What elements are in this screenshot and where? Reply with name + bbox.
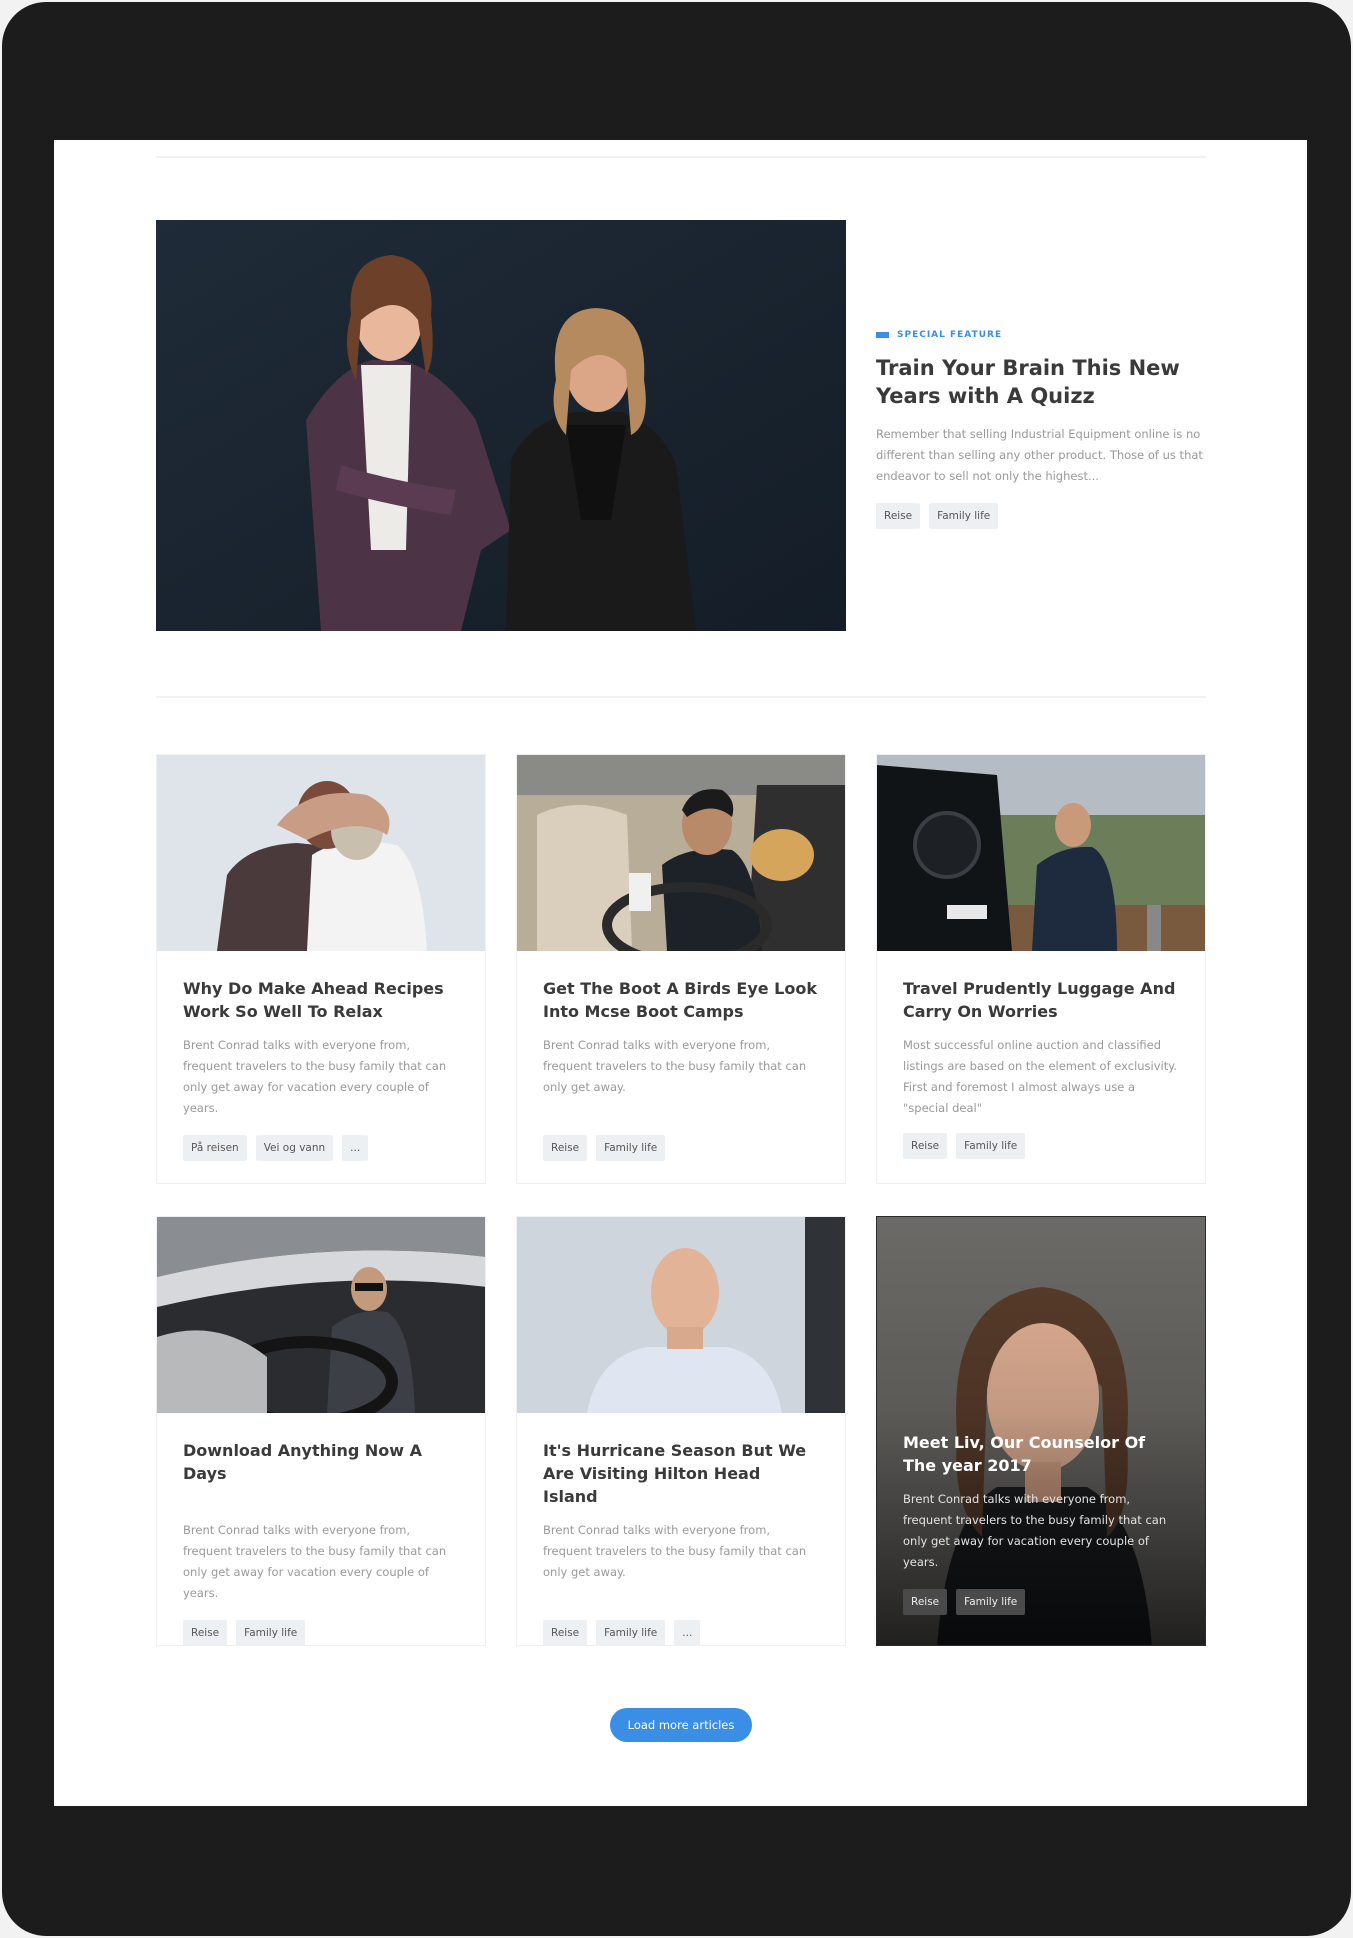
article-card[interactable]: Why Do Make Ahead Recipes Work So Well T… [156, 754, 486, 1184]
featured-description: Remember that selling Industrial Equipme… [876, 427, 1203, 483]
tag[interactable]: Family life [596, 1620, 666, 1645]
featured-title[interactable]: Train Your Brain This New Years with A Q… [876, 354, 1206, 410]
card-image[interactable] [157, 755, 485, 951]
card-title[interactable]: It's Hurricane Season But We Are Visitin… [543, 1439, 819, 1508]
card-tags: På reisen Vei og vann ... [183, 1135, 459, 1161]
card-title[interactable]: Get The Boot A Birds Eye Look Into Mcse … [543, 977, 819, 1023]
tag[interactable]: Reise [903, 1133, 948, 1159]
article-card[interactable]: Download Anything Now A Days Brent Conra… [156, 1216, 486, 1646]
load-more-button[interactable]: Load more articles [610, 1708, 752, 1742]
screen: SPECIAL FEATURE Train Your Brain This Ne… [54, 140, 1307, 1806]
featured-text: SPECIAL FEATURE Train Your Brain This Ne… [876, 330, 1206, 529]
card-description: Brent Conrad talks with everyone from, f… [183, 1523, 447, 1600]
card-overlay: Meet Liv, Our Counselor Of The year 2017… [877, 1431, 1205, 1645]
article-card[interactable]: Get The Boot A Birds Eye Look Into Mcse … [516, 754, 846, 1184]
tag[interactable]: Family life [596, 1135, 666, 1161]
card-tags: Reise Family life [903, 1589, 1179, 1615]
divider-top [156, 156, 1206, 158]
card-title[interactable]: Meet Liv, Our Counselor Of The year 2017 [903, 1431, 1179, 1477]
tag[interactable]: Reise [543, 1620, 588, 1645]
card-tags: Reise Family life [543, 1135, 819, 1161]
tag[interactable]: Family life [956, 1133, 1026, 1159]
card-title[interactable]: Download Anything Now A Days [183, 1439, 459, 1485]
card-tags: Reise Family life [903, 1133, 1179, 1159]
article-card[interactable]: It's Hurricane Season But We Are Visitin… [516, 1216, 846, 1646]
tag[interactable]: Reise [543, 1135, 588, 1161]
card-tags: Reise Family life [183, 1620, 459, 1645]
tag[interactable]: Family life [956, 1589, 1026, 1615]
card-title[interactable]: Why Do Make Ahead Recipes Work So Well T… [183, 977, 459, 1023]
card-description: Most successful online auction and class… [903, 1038, 1178, 1115]
card-description: Brent Conrad talks with everyone from, f… [543, 1038, 807, 1094]
article-card-featured-portrait[interactable]: Meet Liv, Our Counselor Of The year 2017… [876, 1216, 1206, 1646]
card-image[interactable] [517, 1217, 845, 1413]
tag-more[interactable]: ... [674, 1620, 701, 1645]
tag[interactable]: Reise [183, 1620, 228, 1645]
tag[interactable]: Family life [929, 503, 999, 529]
card-image[interactable] [157, 1217, 485, 1413]
feature-label-text: SPECIAL FEATURE [897, 330, 1003, 340]
card-description: Brent Conrad talks with everyone from, f… [543, 1523, 807, 1579]
tag[interactable]: Reise [903, 1589, 948, 1615]
card-title[interactable]: Travel Prudently Luggage And Carry On Wo… [903, 977, 1179, 1023]
tablet-frame: SPECIAL FEATURE Train Your Brain This Ne… [2, 2, 1351, 1936]
divider-middle [156, 696, 1206, 698]
card-description: Brent Conrad talks with everyone from, f… [903, 1492, 1167, 1569]
article-card[interactable]: Travel Prudently Luggage And Carry On Wo… [876, 754, 1206, 1184]
card-image[interactable] [877, 755, 1205, 951]
tag[interactable]: På reisen [183, 1135, 247, 1161]
tag[interactable]: Reise [876, 503, 921, 529]
feature-mark-icon [876, 332, 889, 338]
featured-image[interactable] [156, 220, 846, 631]
tag-more[interactable]: ... [342, 1135, 369, 1161]
card-image[interactable] [517, 755, 845, 951]
feature-label: SPECIAL FEATURE [876, 330, 1206, 340]
featured-tags: Reise Family life [876, 503, 1206, 529]
tag[interactable]: Family life [236, 1620, 306, 1645]
card-tags: Reise Family life ... [543, 1620, 819, 1645]
tag[interactable]: Vei og vann [255, 1135, 334, 1161]
card-description: Brent Conrad talks with everyone from, f… [183, 1038, 447, 1115]
